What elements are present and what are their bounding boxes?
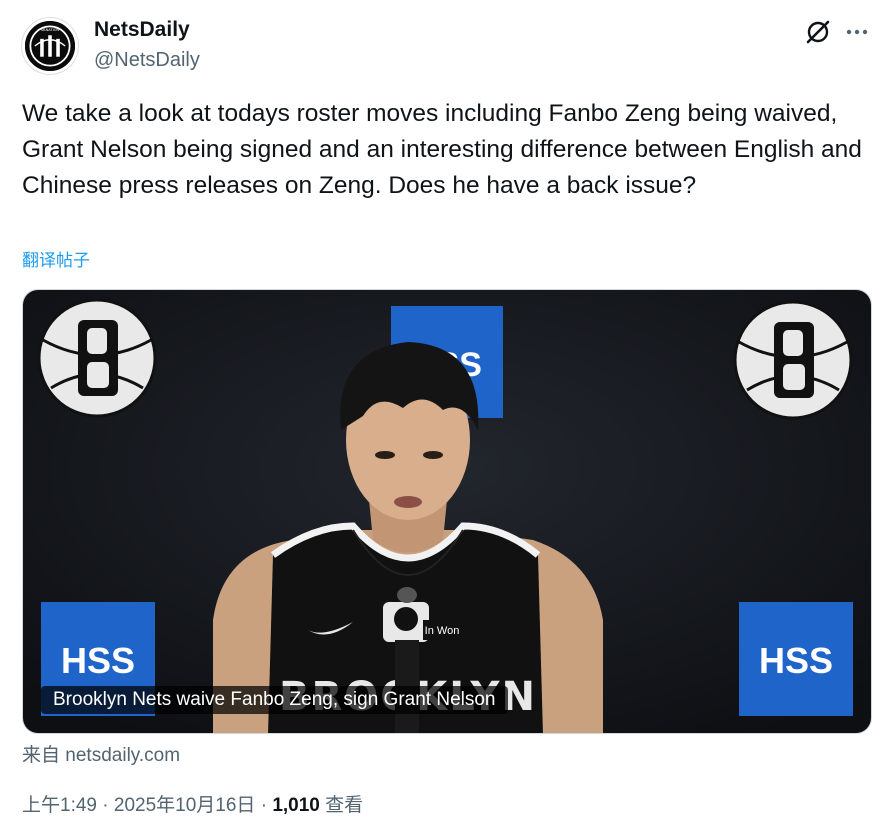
link-source: 来自 netsdaily.com xyxy=(22,740,180,767)
source-domain[interactable]: netsdaily.com xyxy=(65,745,180,766)
svg-text:HSS: HSS xyxy=(61,640,135,681)
source-prefix: 来自 xyxy=(22,745,61,766)
nets-logo-left xyxy=(37,298,157,418)
svg-text:HSS: HSS xyxy=(759,640,833,681)
link-card[interactable]: HSS HSS HSS BROOKLYN xyxy=(22,289,872,734)
avatar-text: SBNATION xyxy=(41,28,60,32)
author-handle[interactable]: @NetsDaily xyxy=(94,46,200,74)
sbnation-logo: SBNATION xyxy=(25,21,75,71)
hss-logo-right: HSS xyxy=(739,602,853,716)
meta-separator: · xyxy=(102,795,109,816)
card-image: HSS HSS HSS BROOKLYN xyxy=(23,290,871,733)
tweet-date[interactable]: 2025年10月16日 xyxy=(114,795,256,816)
meta-separator: · xyxy=(260,795,268,816)
translate-post-link[interactable]: 翻译帖子 xyxy=(22,246,90,271)
views-label: 查看 xyxy=(325,795,364,816)
tweet-text: We take a look at todays roster moves in… xyxy=(22,100,862,199)
tweet-meta: 上午1:49 · 2025年10月16日 · 1,010 查看 xyxy=(22,790,363,817)
tweet-header: SBNATION NetsDaily @NetsDaily xyxy=(22,16,872,76)
avatar[interactable]: SBNATION xyxy=(22,18,78,74)
author-display-name[interactable]: NetsDaily xyxy=(94,16,200,44)
svg-text:In Won: In Won xyxy=(425,625,460,637)
more-icon[interactable] xyxy=(844,18,870,46)
nets-logo-right xyxy=(733,300,853,420)
grok-icon[interactable] xyxy=(804,18,832,46)
card-caption: Brooklyn Nets waive Fanbo Zeng, sign Gra… xyxy=(41,686,508,714)
views-count: 1,010 xyxy=(272,795,320,816)
tweet-time[interactable]: 上午1:49 xyxy=(22,795,97,816)
